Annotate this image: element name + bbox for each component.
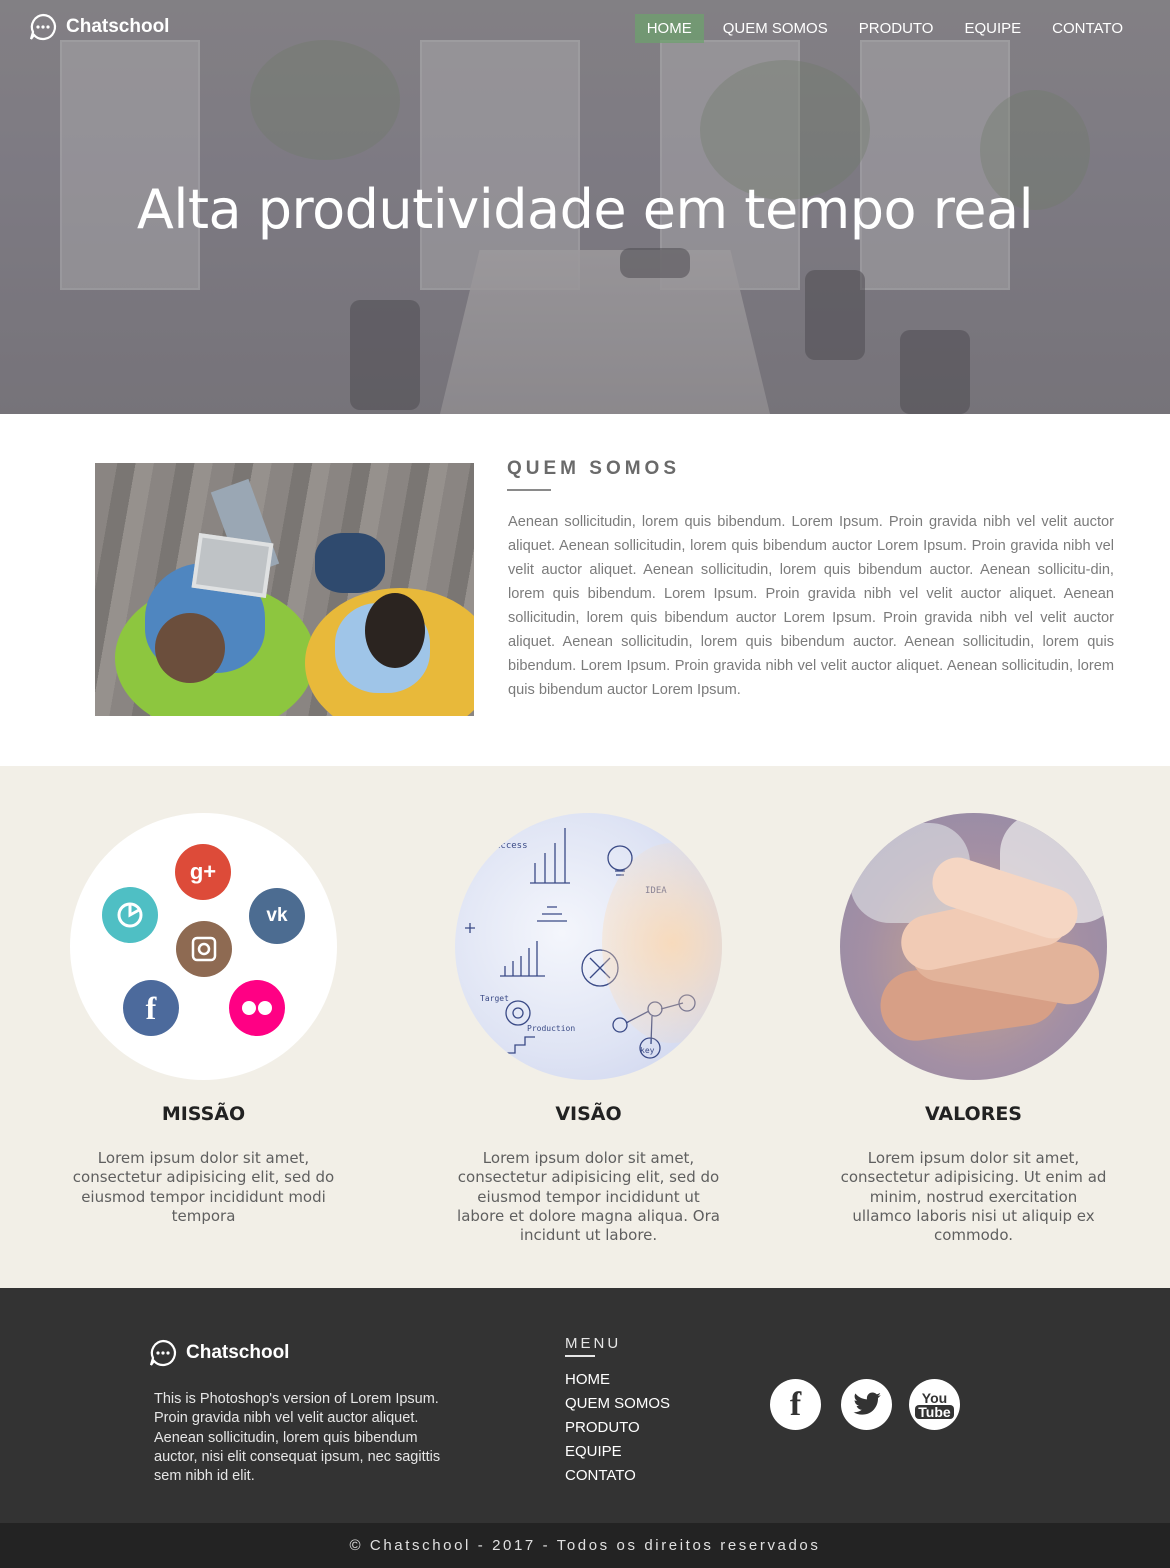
footer-menu-equipe[interactable]: EQUIPE (565, 1440, 670, 1464)
valores-image (840, 813, 1107, 1080)
feature-title-missao: MISSÃO (161, 1103, 246, 1125)
facebook-icon: f (123, 980, 179, 1036)
laptop (191, 533, 274, 598)
about-text: Aenean sollicitudin, lorem quis bibendum… (508, 514, 1114, 698)
footer-menu-underline (565, 1355, 595, 1357)
feature-title-valores: VALORES (925, 1103, 1022, 1125)
brand-name: Chatschool (66, 16, 170, 37)
chat-bubble-icon (29, 13, 57, 41)
instagram-icon (176, 921, 232, 977)
footer-menu: HOME QUEM SOMOS PRODUTO EQUIPE CONTATO (565, 1368, 670, 1488)
nav-contato[interactable]: CONTATO (1040, 14, 1135, 43)
hero-banner: Chatschool HOME QUEM SOMOS PRODUTO EQUIP… (0, 0, 1170, 414)
twitter-icon[interactable] (841, 1379, 892, 1430)
footer-menu-quem-somos[interactable]: QUEM SOMOS (565, 1392, 670, 1416)
footer-brand-logo[interactable]: Chatschool (148, 1338, 289, 1368)
footer-menu-produto[interactable]: PRODUTO (565, 1416, 670, 1440)
footer-menu-contato[interactable]: CONTATO (565, 1464, 670, 1488)
vk-icon: vk (249, 888, 305, 944)
svg-text:uccess: uccess (495, 841, 528, 851)
feature-text-missao: Lorem ipsum dolor sit amet, consectetur … (72, 1149, 335, 1225)
google-plus-icon: g+ (175, 844, 231, 900)
visao-image: uccess IDEA Target Production key (455, 813, 722, 1080)
nav-quem-somos[interactable]: QUEM SOMOS (711, 14, 840, 43)
brand-logo[interactable]: Chatschool (28, 12, 169, 42)
nav-home[interactable]: HOME (634, 14, 704, 43)
feature-title-visao: VISÃO (555, 1103, 622, 1125)
hero-title: Alta produtividade em tempo real (136, 178, 1034, 241)
person-woman-head (365, 593, 425, 668)
picasa-icon (102, 887, 158, 943)
feature-text-visao: Lorem ipsum dolor sit amet, consectetur … (457, 1149, 720, 1245)
about-heading-underline (507, 489, 551, 491)
footer-brand-name: Chatschool (186, 1342, 290, 1363)
main-nav: HOME QUEM SOMOS PRODUTO EQUIPE CONTATO (628, 14, 1135, 43)
about-heading: QUEM SOMOS (507, 458, 681, 479)
footer-menu-heading: MENU (565, 1335, 622, 1352)
missao-image: g+ vk f (70, 813, 337, 1080)
svg-text:key: key (640, 1046, 655, 1055)
facebook-icon[interactable]: f (770, 1379, 821, 1430)
copyright-bar: © Chatschool - 2017 - Todos os direitos … (0, 1523, 1170, 1568)
person-legs (315, 533, 385, 593)
footer-menu-home[interactable]: HOME (565, 1368, 670, 1392)
youtube-icon[interactable]: You Tube (909, 1379, 960, 1430)
svg-text:Target: Target (480, 994, 509, 1003)
person-man-head (155, 613, 225, 683)
svg-text:Production: Production (527, 1024, 575, 1033)
nav-produto[interactable]: PRODUTO (847, 14, 946, 43)
about-image (95, 463, 474, 716)
feature-text-valores: Lorem ipsum dolor sit amet, consectetur … (840, 1149, 1107, 1245)
footer-text: This is Photoshop's version of Lorem Ips… (154, 1391, 441, 1485)
flickr-icon (229, 980, 285, 1036)
nav-equipe[interactable]: EQUIPE (952, 14, 1033, 43)
chat-bubble-icon (149, 1339, 177, 1367)
